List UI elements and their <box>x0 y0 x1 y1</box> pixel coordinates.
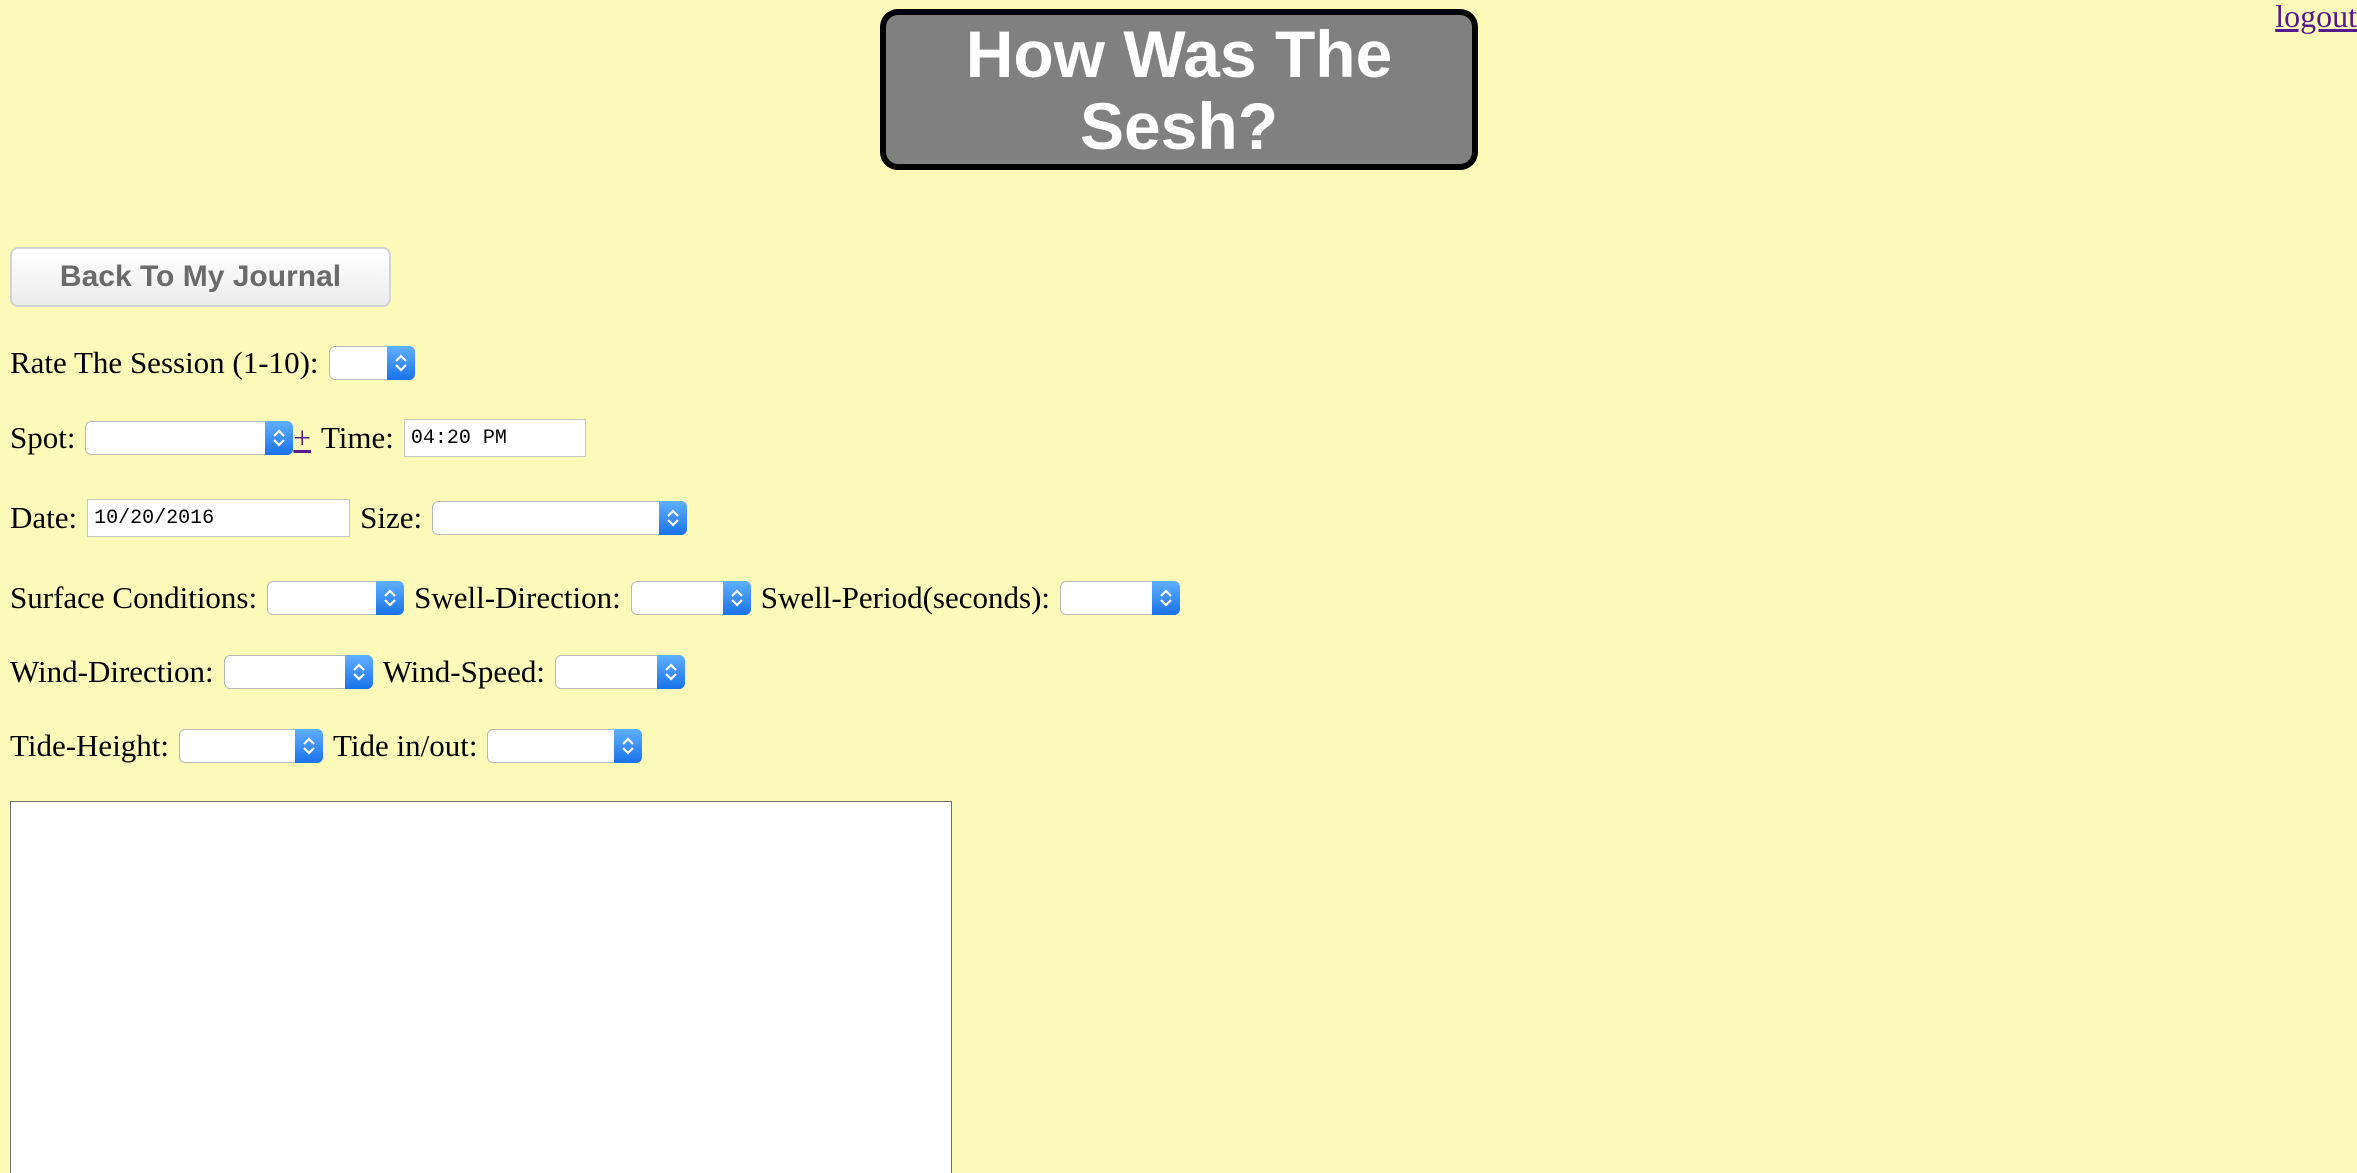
chevron-up-down-icon <box>659 501 688 535</box>
spot-select[interactable] <box>85 421 294 455</box>
chevron-up-down-icon <box>376 581 405 615</box>
add-spot-link[interactable]: + <box>293 420 310 456</box>
session-notes-textarea[interactable] <box>10 801 952 1173</box>
swell-period-select[interactable] <box>1060 581 1181 615</box>
logout-link[interactable]: logout <box>2275 0 2357 35</box>
spot-time-row: Spot: + Time: 04:20 PM <box>10 418 586 458</box>
page: logout How Was The Sesh? Back To My Jour… <box>0 0 2357 1173</box>
chevron-up-down-icon <box>344 655 373 689</box>
time-input[interactable]: 04:20 PM <box>403 419 586 457</box>
chevron-up-down-icon <box>722 581 751 615</box>
surface-conditions-select[interactable] <box>267 581 405 615</box>
wind-row: Wind-Direction: Wind-Speed: <box>10 652 685 692</box>
page-title: How Was The Sesh? <box>965 16 1393 163</box>
time-label: Time: <box>320 420 394 455</box>
chevron-up-down-icon <box>295 729 324 763</box>
date-input[interactable]: 10/20/2016 <box>87 499 351 537</box>
spot-label: Spot: <box>10 420 76 455</box>
chevron-up-down-icon <box>614 729 643 763</box>
surface-swell-row: Surface Conditions: Swell-Direction: Swe… <box>10 578 1181 618</box>
wind-speed-select[interactable] <box>554 655 685 689</box>
size-select[interactable] <box>432 501 688 535</box>
tide-height-label: Tide-Height: <box>10 728 170 763</box>
rating-label: Rate The Session (1-10): <box>10 345 319 380</box>
date-size-row: Date: 10/20/2016 Size: <box>10 498 688 538</box>
date-label: Date: <box>10 500 78 535</box>
chevron-up-down-icon <box>265 421 294 455</box>
swell-direction-label: Swell-Direction: <box>414 580 621 615</box>
wind-direction-label: Wind-Direction: <box>10 654 214 689</box>
tide-height-select[interactable] <box>179 729 324 763</box>
tide-inout-label: Tide in/out: <box>333 728 478 763</box>
chevron-up-down-icon <box>656 655 685 689</box>
title-box: How Was The Sesh? <box>880 9 1478 170</box>
swell-direction-select[interactable] <box>630 581 751 615</box>
wind-direction-select[interactable] <box>223 655 373 689</box>
size-label: Size: <box>360 500 423 535</box>
tide-row: Tide-Height: Tide in/out: <box>10 726 643 766</box>
swell-period-label: Swell-Period(seconds): <box>760 580 1051 615</box>
tide-inout-select[interactable] <box>487 729 643 763</box>
wind-speed-label: Wind-Speed: <box>382 654 545 689</box>
surface-conditions-label: Surface Conditions: <box>10 580 258 615</box>
chevron-up-down-icon <box>386 346 415 380</box>
chevron-up-down-icon <box>1152 581 1181 615</box>
rating-select[interactable] <box>328 346 415 380</box>
back-to-journal-button[interactable]: Back To My Journal <box>10 247 391 307</box>
rating-row: Rate The Session (1-10): <box>10 343 415 383</box>
